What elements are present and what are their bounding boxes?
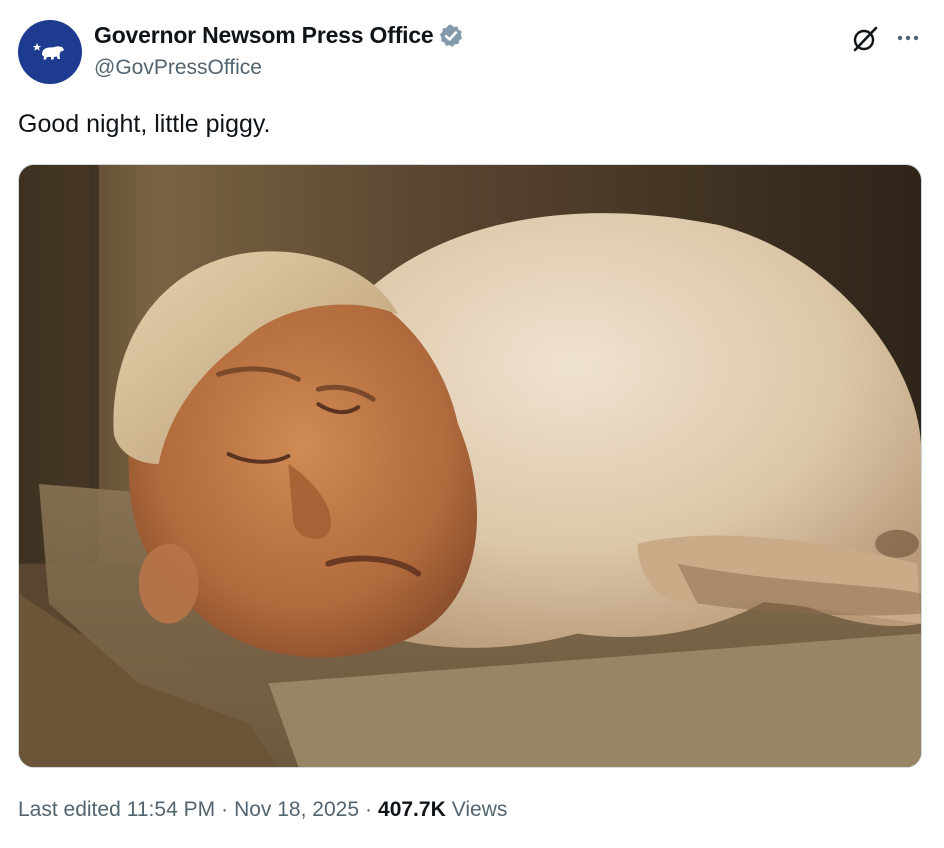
california-bear-icon [32,43,64,60]
grok-icon[interactable] [850,24,880,54]
tweet-date[interactable]: Nov 18, 2025 [234,798,359,822]
tweet-header: Governor Newsom Press Office @GovPressOf… [18,20,926,84]
display-name[interactable]: Governor Newsom Press Office [94,22,434,49]
separator: · [221,798,229,821]
tweet-photo [19,165,921,767]
name-row: Governor Newsom Press Office [94,22,464,49]
separator: · [365,798,373,821]
more-options-icon[interactable] [894,24,922,52]
avatar[interactable] [18,20,82,84]
tweet-image[interactable] [18,164,922,768]
tweet-meta: Last edited 11:54 PM · Nov 18, 2025 · 40… [18,798,507,822]
tweet-time[interactable]: 11:54 PM [127,798,215,822]
verified-badge-icon [439,24,462,47]
handle[interactable]: @GovPressOffice [94,56,262,80]
tweet-text: Good night, little piggy. [18,110,271,138]
edited-label[interactable]: Last edited [18,798,121,822]
views-count[interactable]: 407.7K [378,798,446,822]
views-label: Views [451,798,508,821]
